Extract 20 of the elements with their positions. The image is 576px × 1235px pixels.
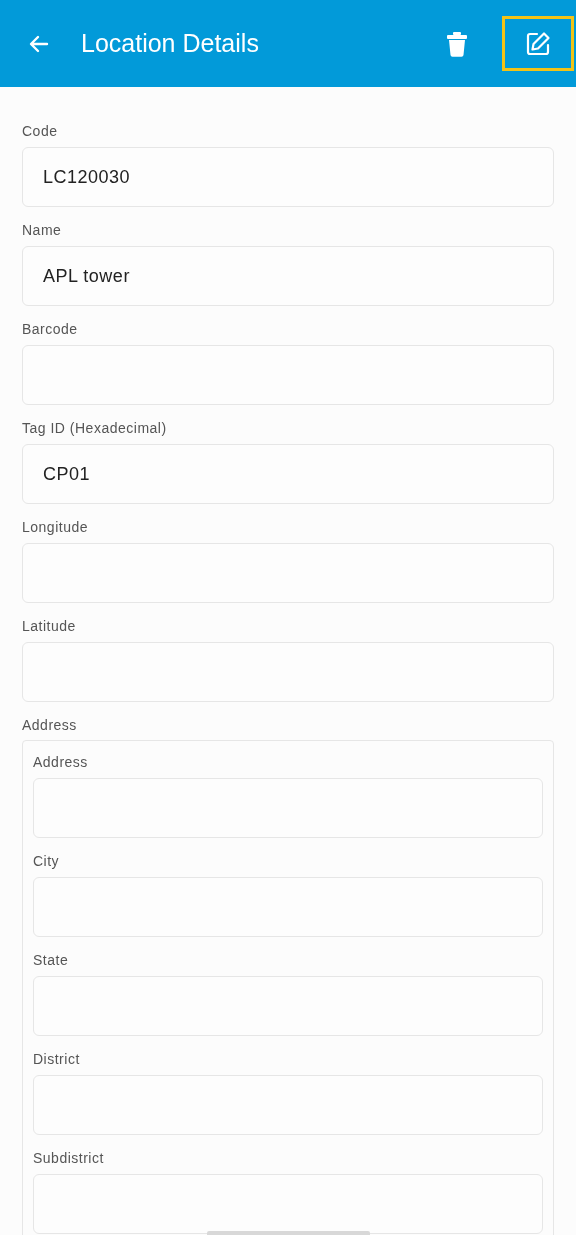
field-label: Tag ID (Hexadecimal): [22, 419, 167, 438]
field-label: District: [33, 1050, 80, 1069]
field-label: Address: [33, 753, 88, 772]
field-label: Barcode: [22, 320, 78, 339]
input-field[interactable]: [33, 1174, 543, 1234]
field-label: City: [33, 852, 60, 871]
section-label: Address: [22, 716, 77, 735]
field-label: Name: [22, 221, 62, 240]
field-label: Longitude: [22, 518, 88, 537]
input-field[interactable]: APL tower: [22, 246, 554, 306]
input-field[interactable]: CP01: [22, 444, 554, 504]
edit-button[interactable]: [502, 16, 574, 71]
field-label: Code: [22, 122, 58, 141]
input-field[interactable]: LC120030: [22, 147, 554, 207]
field-label: Subdistrict: [33, 1149, 104, 1168]
screen-title: Location Details: [81, 29, 260, 58]
field-label: Latitude: [22, 617, 76, 636]
trash-icon: [445, 30, 469, 57]
field-label: State: [33, 951, 69, 970]
edit-icon: [525, 30, 551, 57]
